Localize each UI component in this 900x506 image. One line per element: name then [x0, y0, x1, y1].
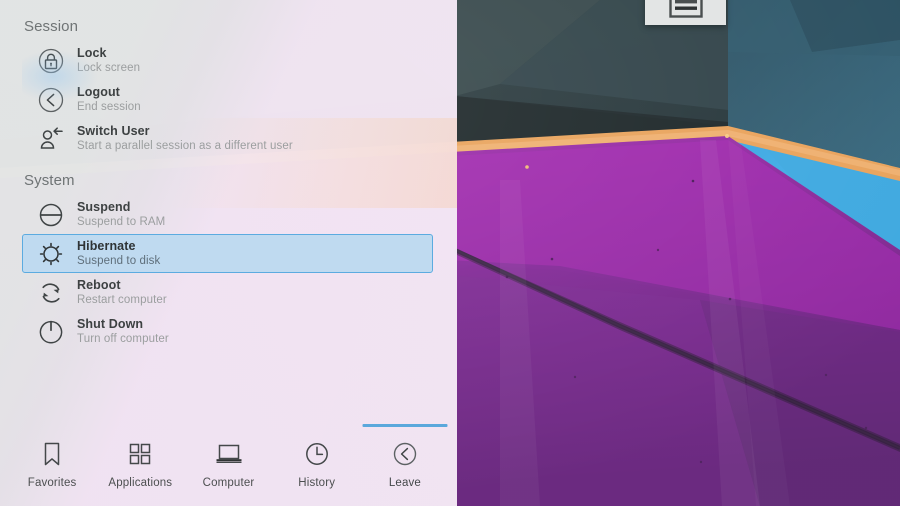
item-title: Reboot — [77, 278, 121, 293]
clock-icon — [303, 440, 331, 468]
tab-label: Favorites — [27, 477, 77, 489]
laptop-icon — [213, 440, 245, 468]
hibernate-icon — [25, 234, 77, 273]
leave-item-reboot[interactable]: Reboot Restart computer — [22, 273, 433, 312]
leave-back-icon — [391, 440, 419, 468]
item-subtitle: Turn off computer — [77, 333, 169, 346]
tab-label: Computer — [202, 477, 255, 489]
leave-item-suspend[interactable]: Suspend Suspend to RAM — [22, 195, 433, 234]
lock-icon — [25, 41, 77, 80]
switch-user-icon — [25, 119, 77, 158]
item-subtitle: Start a parallel session as a different … — [77, 140, 293, 153]
logout-icon — [25, 80, 77, 119]
item-subtitle: Suspend to disk — [77, 255, 161, 268]
item-subtitle: Suspend to RAM — [77, 216, 166, 229]
group-header-session: Session — [24, 18, 79, 35]
tab-label: History — [298, 477, 336, 489]
item-title: Logout — [77, 85, 120, 100]
tab-leave[interactable]: Leave — [361, 420, 449, 500]
item-subtitle: Restart computer — [77, 294, 167, 307]
tab-applications[interactable]: Applications — [96, 420, 184, 500]
item-title: Hibernate — [77, 239, 136, 254]
leave-panel: Session Lock Lock screen Logout End sess… — [0, 0, 457, 506]
leave-item-switch-user[interactable]: Switch User Start a parallel session as … — [22, 119, 433, 158]
tab-computer[interactable]: Computer — [184, 420, 272, 500]
tab-history[interactable]: History — [273, 420, 361, 500]
item-subtitle: End session — [77, 101, 141, 114]
item-title: Lock — [77, 46, 107, 61]
item-subtitle: Lock screen — [77, 62, 141, 75]
tab-active-indicator — [362, 424, 448, 427]
grid-squares-icon — [126, 440, 154, 468]
leave-item-shutdown[interactable]: Shut Down Turn off computer — [22, 312, 433, 351]
tab-label: Applications — [108, 477, 173, 489]
item-title: Suspend — [77, 200, 131, 215]
item-title: Shut Down — [77, 317, 144, 332]
document-lines-icon — [668, 0, 703, 18]
leave-item-logout[interactable]: Logout End session — [22, 80, 433, 119]
bottom-tabbar: Favorites Applications Computer History … — [0, 420, 457, 506]
tab-label: Leave — [388, 477, 421, 489]
shutdown-icon — [25, 312, 77, 351]
tab-favorites[interactable]: Favorites — [8, 420, 96, 500]
document-preview-popup[interactable] — [645, 0, 726, 25]
suspend-icon — [25, 195, 77, 234]
panel-body: Session Lock Lock screen Logout End sess… — [0, 0, 457, 420]
leave-item-lock[interactable]: Lock Lock screen — [22, 41, 433, 80]
item-title: Switch User — [77, 124, 150, 139]
leave-item-hibernate[interactable]: Hibernate Suspend to disk — [22, 234, 433, 273]
group-header-system: System — [24, 172, 75, 189]
reboot-icon — [25, 273, 77, 312]
bookmark-icon — [39, 440, 65, 468]
